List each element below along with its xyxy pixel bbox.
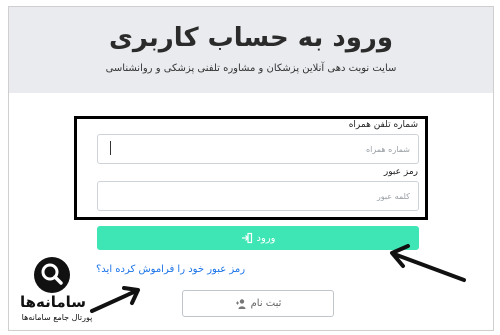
logo-badge bbox=[34, 257, 70, 293]
register-button[interactable]: ثبت نام bbox=[182, 290, 334, 317]
logo-name: سامانه‌ها bbox=[19, 293, 87, 311]
magnifier-icon bbox=[41, 263, 63, 285]
annotation-arrow-left bbox=[90, 286, 140, 313]
page-header: ورود به حساب کاربری سایت نوبت دهی آنلاین… bbox=[9, 7, 493, 93]
register-label: ثبت نام bbox=[250, 298, 282, 309]
page-title: ورود به حساب کاربری bbox=[108, 23, 394, 53]
logo-tagline: پورتال جامع سامانه‌ها bbox=[21, 313, 93, 322]
login-label: ورود bbox=[256, 232, 276, 244]
login-button[interactable]: ورود bbox=[97, 226, 419, 250]
login-icon bbox=[241, 232, 252, 244]
forgot-password-link[interactable]: رمز عبور خود را فراموش کرده اید؟ bbox=[96, 264, 245, 275]
samaneha-logo: سامانه‌ها پورتال جامع سامانه‌ها bbox=[14, 255, 94, 335]
page-subtitle: سایت نوبت دهی آنلاین پزشکان و مشاوره تلف… bbox=[105, 63, 397, 74]
highlight-box bbox=[74, 116, 428, 220]
add-user-icon bbox=[235, 298, 246, 309]
annotation-arrow-right bbox=[390, 244, 466, 282]
